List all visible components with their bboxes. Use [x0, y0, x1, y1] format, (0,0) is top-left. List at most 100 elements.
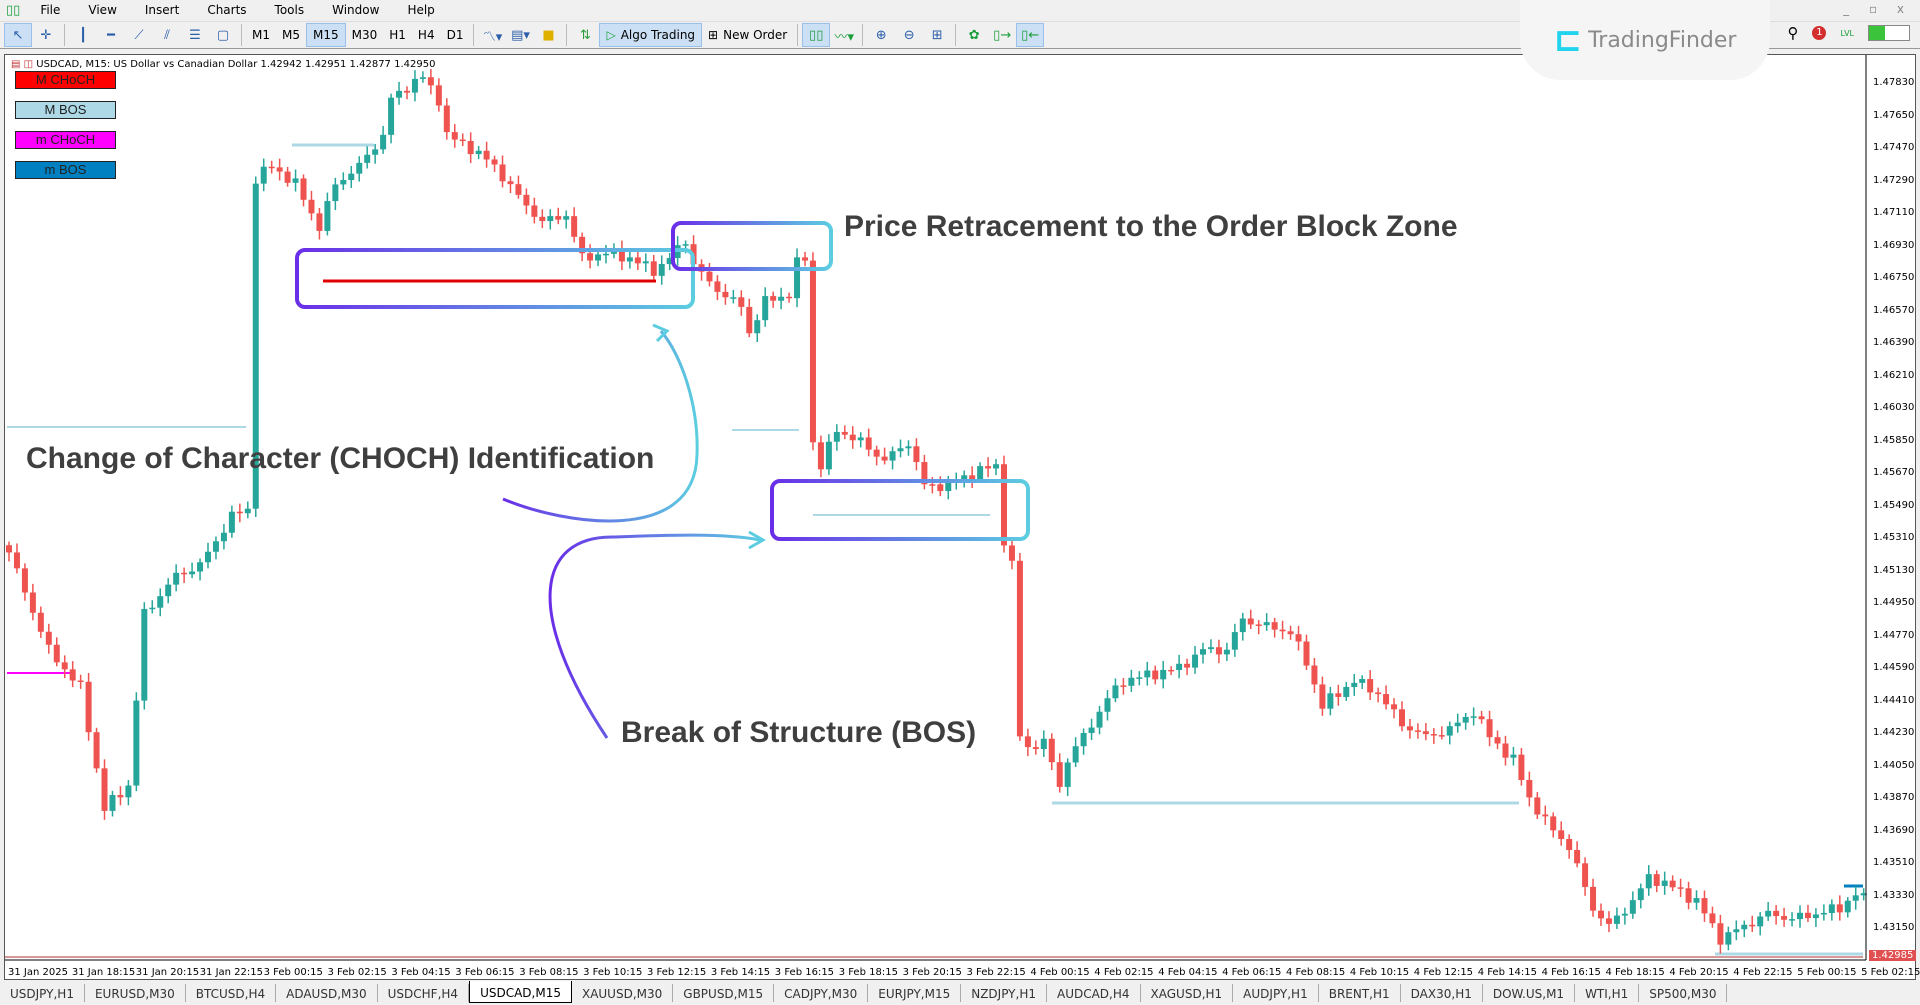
profiles-icon[interactable]: ■ [534, 23, 562, 47]
trendline-icon[interactable]: ⟋ [125, 23, 153, 47]
candlestick-icon[interactable]: ▯▯ [802, 23, 831, 47]
chart-tab[interactable]: EURJPY,M15 [868, 984, 962, 1002]
candle-body [69, 669, 76, 681]
trade-arrows-icon[interactable]: ⇅ [571, 23, 599, 47]
candle-body [1590, 886, 1597, 911]
candle-body [1820, 913, 1827, 915]
candle-body [1351, 682, 1358, 687]
shapes-icon[interactable]: ▢ [209, 23, 237, 47]
chart-tab[interactable]: XAGUSD,H1 [1141, 984, 1234, 1002]
line-chart-icon[interactable]: 〰▾ [830, 23, 858, 47]
candle-body [1518, 754, 1525, 781]
time-tick-label: 3 Feb 14:15 [710, 967, 771, 978]
divider [64, 24, 65, 46]
divider [241, 24, 242, 46]
candle-body [157, 596, 164, 608]
fibonacci-icon[interactable]: ☰ [181, 23, 209, 47]
candle-body [1454, 722, 1461, 727]
timeframe-d1[interactable]: D1 [441, 23, 470, 47]
window-controls[interactable]: _ ▫ x [1843, 2, 1912, 16]
price-tick-label: 1.43330 [1873, 889, 1915, 901]
candle-body [1001, 464, 1007, 546]
menu-window[interactable]: Window [318, 3, 393, 17]
indicators-icon[interactable]: 〽▾ [478, 23, 506, 47]
timeframe-h1[interactable]: H1 [383, 23, 412, 47]
menu-charts[interactable]: Charts [193, 3, 260, 17]
candle-body [1144, 670, 1151, 678]
menu-file[interactable]: File [26, 3, 74, 17]
candle-body [276, 167, 283, 172]
timeframe-h4[interactable]: H4 [412, 23, 441, 47]
timeframe-m5[interactable]: M5 [276, 23, 306, 47]
candle-body [1486, 719, 1493, 738]
menu-insert[interactable]: Insert [131, 3, 193, 17]
chart-window[interactable]: ▤ ◫ USDCAD, M15: US Dollar vs Canadian D… [4, 54, 1920, 980]
chart-tab[interactable]: DAX30,H1 [1401, 984, 1483, 1002]
settings-icon[interactable]: ✿ [960, 23, 988, 47]
search-icon[interactable]: ⚲ [1787, 24, 1798, 42]
time-tick-label: 31 Jan 18:15 [71, 967, 136, 978]
candle-body [1677, 887, 1684, 889]
timeframe-m30[interactable]: M30 [346, 23, 384, 47]
candle-body [1406, 726, 1413, 731]
chart-tab[interactable]: BTCUSD,H4 [186, 984, 277, 1002]
vertical-line-icon[interactable]: ┃ [69, 23, 97, 47]
chart-tab[interactable]: USDJPY,H1 [0, 984, 85, 1002]
divider [955, 24, 957, 46]
time-tick-label: 3 Feb 22:15 [966, 967, 1026, 978]
menu-help[interactable]: Help [393, 3, 448, 17]
cursor-icon[interactable]: ↖ [4, 23, 32, 47]
zoom-out-icon[interactable]: ⊖ [895, 23, 923, 47]
candle-body [125, 785, 132, 798]
timeframe-m1[interactable]: M1 [246, 23, 276, 47]
chart-tab[interactable]: USDCHF,H4 [378, 984, 470, 1002]
legend-m-bos-button[interactable]: M BOS [15, 101, 116, 119]
chart-tab[interactable]: CADJPY,M30 [774, 984, 869, 1002]
timeframe-m15[interactable]: M15 [306, 23, 346, 47]
chart-tab[interactable]: BRENT,H1 [1319, 984, 1401, 1002]
chart-tab[interactable]: AUDJPY,H1 [1233, 984, 1319, 1002]
chart-tab[interactable]: DOW.US,M1 [1483, 984, 1576, 1002]
candle-body [189, 571, 196, 575]
time-tick-label: 4 Feb 10:15 [1349, 967, 1410, 978]
candle-body [1653, 874, 1660, 886]
chart-tab[interactable]: USDCAD,M15 [469, 981, 572, 1003]
menu-view[interactable]: View [74, 3, 130, 17]
menu-tools[interactable]: Tools [261, 3, 319, 17]
chart-tab[interactable]: SP500,M30 [1639, 984, 1728, 1002]
chart-tab[interactable]: NZDJPY,H1 [961, 984, 1047, 1002]
new-order-button[interactable]: ⊞ New Order [702, 23, 793, 47]
candle-body [1255, 624, 1262, 626]
chart-tab[interactable]: AUDCAD,H4 [1047, 984, 1141, 1002]
chart-shift-icon[interactable]: ▯← [1016, 23, 1045, 47]
app-icon: ▯▯ [6, 2, 21, 18]
legend-minor-choch-button[interactable]: m CHoCH [15, 131, 116, 149]
chart-tab[interactable]: ADAUSD,M30 [276, 984, 378, 1002]
candle-body [212, 541, 219, 552]
zoom-in-icon[interactable]: ⊕ [867, 23, 895, 47]
legend-m-choch-button[interactable]: M CHoCH [15, 71, 116, 89]
price-tick-label: 1.46930 [1873, 239, 1915, 251]
candle-body [523, 194, 530, 206]
candle-body [197, 562, 204, 572]
horizontal-line-icon[interactable]: ━ [97, 23, 125, 47]
chart-tab[interactable]: GBPUSD,M15 [673, 984, 775, 1002]
channel-icon[interactable]: ⫽ [153, 23, 181, 47]
crosshair-icon[interactable]: ✛ [32, 23, 60, 47]
candle-body [977, 466, 984, 480]
autoscroll-icon[interactable]: ▯→ [988, 23, 1016, 47]
tradingfinder-logo: ⊏ TradingFinder [1520, 0, 1770, 80]
candle-body [802, 257, 808, 261]
algo-trading-button[interactable]: ▷ Algo Trading [599, 23, 703, 47]
templates-icon[interactable]: ▤▾ [506, 23, 534, 47]
candle-body [873, 449, 880, 457]
notifications-badge[interactable]: 1 [1812, 26, 1827, 40]
candle-body [539, 216, 546, 222]
candle-body [1008, 545, 1015, 561]
candle-body [348, 173, 355, 181]
chart-tab[interactable]: WTI,H1 [1575, 984, 1640, 1002]
chart-tab[interactable]: EURUSD,M30 [85, 984, 186, 1002]
legend-minor-bos-button[interactable]: m BOS [15, 161, 116, 179]
tile-windows-icon[interactable]: ⊞ [923, 23, 951, 47]
chart-tab[interactable]: XAUUSD,M30 [572, 984, 674, 1002]
